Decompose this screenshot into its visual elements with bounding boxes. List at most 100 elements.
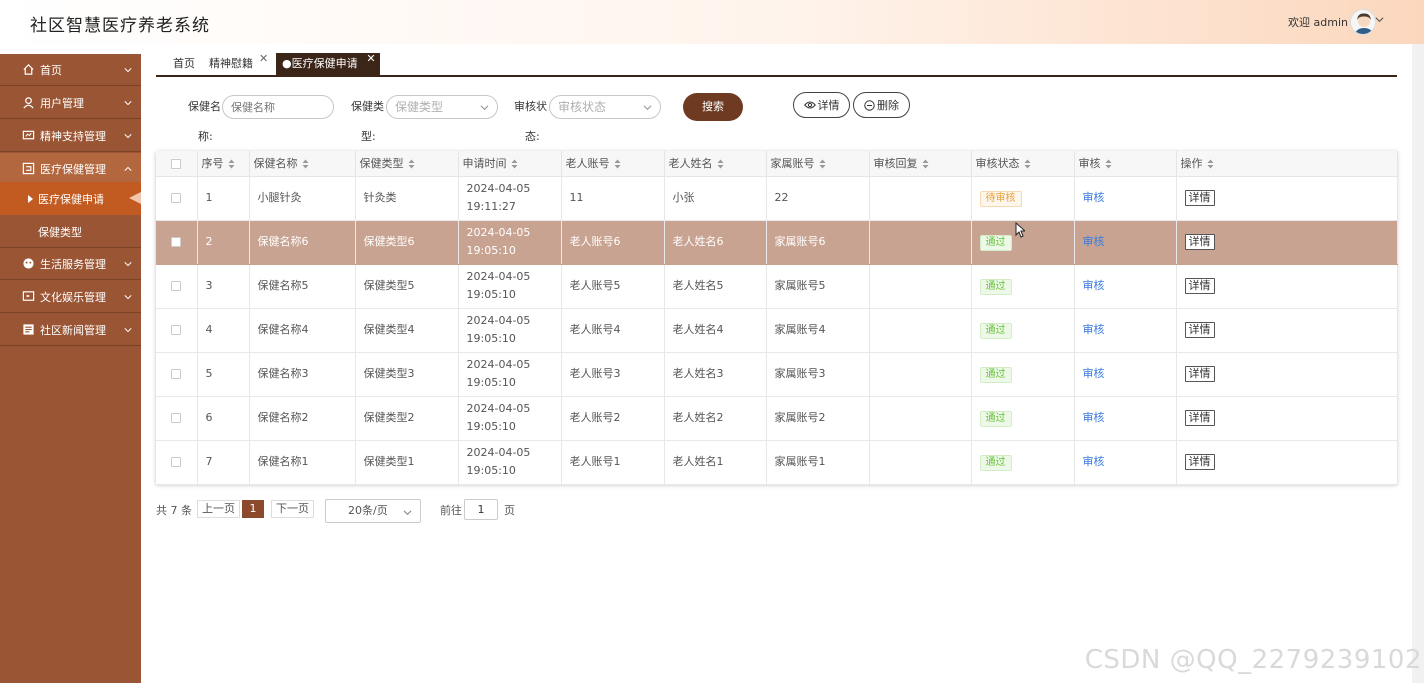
row-detail-button[interactable]: 详情 <box>1184 410 1215 426</box>
tab-medical-apply[interactable]: ●医疗保健申请 ✕ <box>276 52 380 75</box>
table-row[interactable]: 3 保健名称5 保健类型5 2024-04-05 19:05:10 老人账号5 老人姓名5… <box>156 264 1398 309</box>
prev-page-button[interactable]: 上一页 <box>197 500 240 518</box>
column-header-label: 家属账号 <box>770 157 815 171</box>
column-header[interactable]: 操作 <box>1176 151 1398 177</box>
row-checkbox[interactable] <box>171 325 182 335</box>
column-header[interactable]: 序号 <box>197 151 250 177</box>
table-row[interactable]: 1 小腿针灸 针灸类 2024-04-05 19:11:27 11 小张 22 待审核 审核 详情 <box>156 176 1398 221</box>
cell-text: 保健名称1 <box>257 455 309 468</box>
audit-link[interactable]: 审核 <box>1083 279 1105 292</box>
row-select-cell[interactable] <box>156 440 198 485</box>
sort-icon[interactable] <box>1105 159 1112 169</box>
row-checkbox[interactable] <box>171 281 182 291</box>
sort-icon[interactable] <box>408 159 415 169</box>
sidebar-item-medical[interactable]: 医疗保健管理 <box>0 153 141 185</box>
detail-toolbar-label: 详情 <box>817 99 840 112</box>
audit-link[interactable]: 审核 <box>1083 191 1105 204</box>
sidebar-item-news[interactable]: 社区新闻管理 <box>0 314 141 346</box>
row-detail-button[interactable]: 详情 <box>1184 234 1215 250</box>
row-checkbox[interactable] <box>171 193 182 203</box>
chevron-down-icon[interactable] <box>1375 15 1384 24</box>
row-select-cell[interactable] <box>156 264 198 309</box>
table-row[interactable]: 2 保健名称6 保健类型6 2024-04-05 19:05:10 老人账号6 老人姓名6… <box>156 220 1398 265</box>
page-size-select[interactable]: 20条/页 <box>325 499 421 523</box>
cell-family: 家属账号6 <box>766 220 870 265</box>
cell-family: 家属账号4 <box>766 308 870 353</box>
cell-type: 保健类型1 <box>355 440 459 485</box>
tab-home[interactable]: 首页 <box>173 53 195 75</box>
row-select-cell[interactable] <box>156 396 198 441</box>
avatar[interactable] <box>1350 9 1376 35</box>
audit-link[interactable]: 审核 <box>1083 235 1105 248</box>
row-select-cell[interactable] <box>156 308 198 353</box>
sort-icon[interactable] <box>302 159 309 169</box>
column-header[interactable]: 保健名称 <box>249 151 356 177</box>
row-checkbox[interactable] <box>171 369 182 379</box>
sort-icon[interactable] <box>511 159 518 169</box>
goto-page-input[interactable]: 1 <box>464 499 498 520</box>
welcome-text: 欢迎 admin <box>1288 16 1348 29</box>
column-header-label: 审核状态 <box>975 157 1020 171</box>
sort-icon[interactable] <box>922 159 929 169</box>
audit-link[interactable]: 审核 <box>1083 455 1105 468</box>
row-detail-button[interactable]: 详情 <box>1184 322 1215 338</box>
sidebar-subitem-medical-apply[interactable]: 医疗保健申请 <box>0 182 141 215</box>
sort-icon[interactable] <box>1207 159 1214 169</box>
detail-toolbar-button[interactable]: 详情 <box>793 92 850 118</box>
sidebar-item-life-service[interactable]: 生活服务管理 <box>0 248 141 280</box>
column-header[interactable]: 申请时间 <box>458 151 562 177</box>
sidebar-item-users[interactable]: 用户管理 <box>0 87 141 119</box>
cell-reply <box>869 176 972 221</box>
cell-status: 通过 <box>971 396 1075 441</box>
row-select-cell[interactable] <box>156 176 198 221</box>
column-header[interactable]: 老人账号 <box>561 151 665 177</box>
column-header[interactable]: 家属账号 <box>766 151 870 177</box>
row-checkbox[interactable] <box>171 237 182 247</box>
mouse-cursor-icon <box>1015 222 1025 238</box>
audit-link[interactable]: 审核 <box>1083 367 1105 380</box>
sort-icon[interactable] <box>228 159 235 169</box>
sidebar-subitem-health-type[interactable]: 保健类型 <box>0 215 141 248</box>
select-all-cell[interactable] <box>156 151 198 177</box>
cell-family: 家属账号5 <box>766 264 870 309</box>
column-header[interactable]: 保健类型 <box>355 151 459 177</box>
row-checkbox[interactable] <box>171 457 182 467</box>
sidebar-item-culture[interactable]: 文化娱乐管理 <box>0 281 141 313</box>
next-page-button[interactable]: 下一页 <box>271 500 314 518</box>
column-header[interactable]: 审核回复 <box>869 151 972 177</box>
sidebar-item-spiritual[interactable]: 精神支持管理 <box>0 120 141 152</box>
row-detail-button[interactable]: 详情 <box>1184 366 1215 382</box>
close-icon[interactable]: ✕ <box>366 48 375 70</box>
delete-toolbar-button[interactable]: 删除 <box>853 92 910 118</box>
sidebar-item-home[interactable]: 首页 <box>0 54 141 86</box>
sort-icon[interactable] <box>717 159 724 169</box>
cell-name: 保健名称6 <box>249 220 356 265</box>
tab-spiritual[interactable]: 精神慰籍 ✕ <box>209 52 271 75</box>
column-header[interactable]: 审核 <box>1074 151 1177 177</box>
sort-icon[interactable] <box>819 159 826 169</box>
column-header[interactable]: 老人姓名 <box>664 151 767 177</box>
table-row[interactable]: 7 保健名称1 保健类型1 2024-04-05 19:05:10 老人账号1 老人姓名1… <box>156 440 1398 485</box>
table-row[interactable]: 4 保健名称4 保健类型4 2024-04-05 19:05:10 老人账号4 老人姓名4… <box>156 308 1398 353</box>
row-detail-button[interactable]: 详情 <box>1184 278 1215 294</box>
name-search-input[interactable] <box>222 95 334 119</box>
select-all-checkbox[interactable] <box>171 158 182 169</box>
row-select-cell[interactable] <box>156 352 198 397</box>
table-row[interactable]: 6 保健名称2 保健类型2 2024-04-05 19:05:10 老人账号2 老人姓名2… <box>156 396 1398 441</box>
close-icon[interactable]: ✕ <box>259 48 268 70</box>
sort-icon[interactable] <box>1024 159 1031 169</box>
audit-link[interactable]: 审核 <box>1083 411 1105 424</box>
cell-action: 详情 <box>1176 308 1398 353</box>
search-button[interactable]: 搜索 <box>683 93 743 121</box>
cell-name: 保健名称1 <box>249 440 356 485</box>
sort-icon[interactable] <box>614 159 621 169</box>
row-checkbox[interactable] <box>171 413 182 423</box>
column-header[interactable]: 审核状态 <box>971 151 1075 177</box>
table-row[interactable]: 5 保健名称3 保健类型3 2024-04-05 19:05:10 老人账号3 老人姓名3… <box>156 352 1398 397</box>
row-detail-button[interactable]: 详情 <box>1184 190 1215 206</box>
current-page[interactable]: 1 <box>242 500 264 518</box>
row-select-cell[interactable] <box>156 220 198 265</box>
row-detail-button[interactable]: 详情 <box>1184 454 1215 470</box>
vertical-scrollbar[interactable] <box>1412 44 1424 683</box>
audit-link[interactable]: 审核 <box>1083 323 1105 336</box>
